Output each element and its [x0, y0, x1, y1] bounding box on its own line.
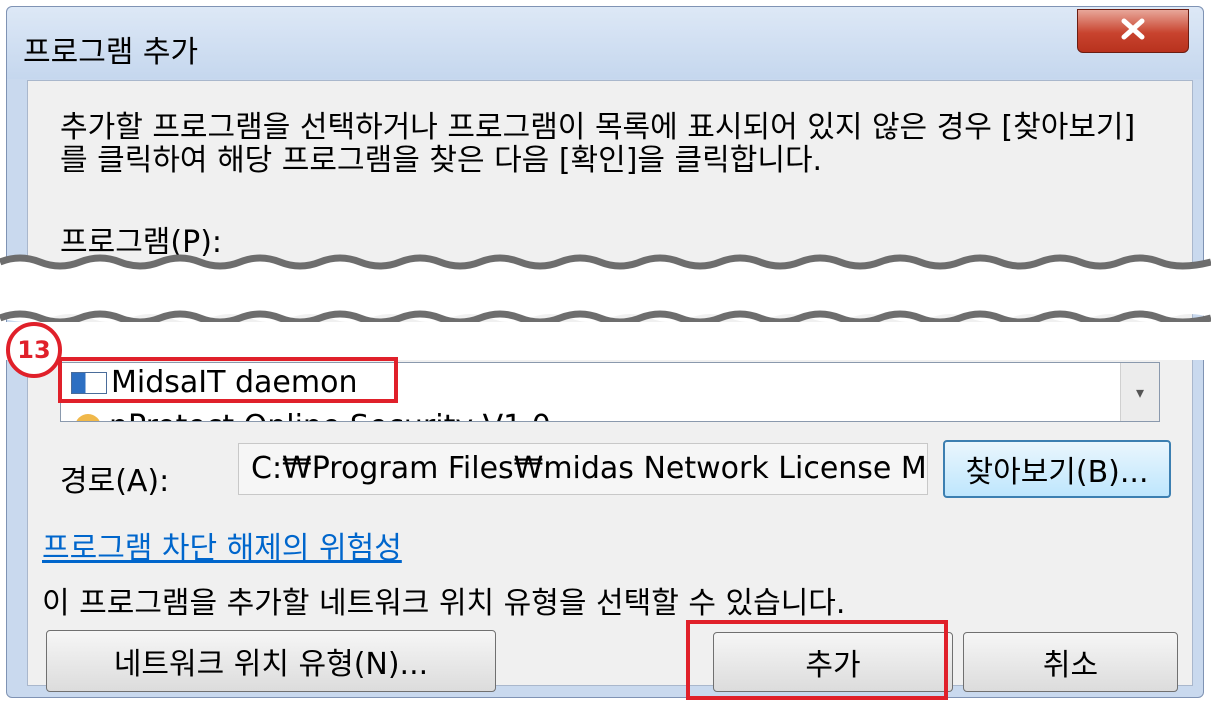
close-button[interactable]	[1077, 9, 1189, 53]
program-highlight-box	[58, 357, 398, 403]
unblock-risk-link[interactable]: 프로그램 차단 해제의 위험성	[42, 523, 402, 567]
instruction-text: 추가할 프로그램을 선택하거나 프로그램이 목록에 표시되어 있지 않은 경우 …	[60, 110, 1136, 178]
close-icon	[1118, 18, 1148, 44]
title-bar: 프로그램 추가	[7, 7, 1203, 79]
cancel-button[interactable]: 취소	[963, 632, 1178, 692]
network-location-info-text: 이 프로그램을 추가할 네트워크 위치 유형을 선택할 수 있습니다.	[42, 586, 846, 621]
path-field[interactable]: C:₩Program Files₩midas Network License M	[238, 443, 928, 495]
step-number-badge: 13	[6, 322, 62, 378]
chevron-down-icon: ▾	[1135, 382, 1145, 402]
list-item[interactable]: nProtect Online Security V1.0	[71, 409, 551, 421]
torn-break-overlay	[0, 254, 1211, 360]
path-label: 경로(A):	[60, 464, 170, 499]
scroll-down-button[interactable]: ▾	[1120, 363, 1159, 421]
list-item-label: nProtect Online Security V1.0	[109, 409, 551, 421]
add-button-highlight-box	[686, 620, 948, 700]
browse-button[interactable]: 찾아보기(B)...	[943, 440, 1171, 498]
nprotect-shield-icon	[75, 413, 101, 421]
network-location-type-button[interactable]: 네트워크 위치 유형(N)...	[46, 630, 496, 692]
dialog-title: 프로그램 추가	[23, 35, 199, 70]
